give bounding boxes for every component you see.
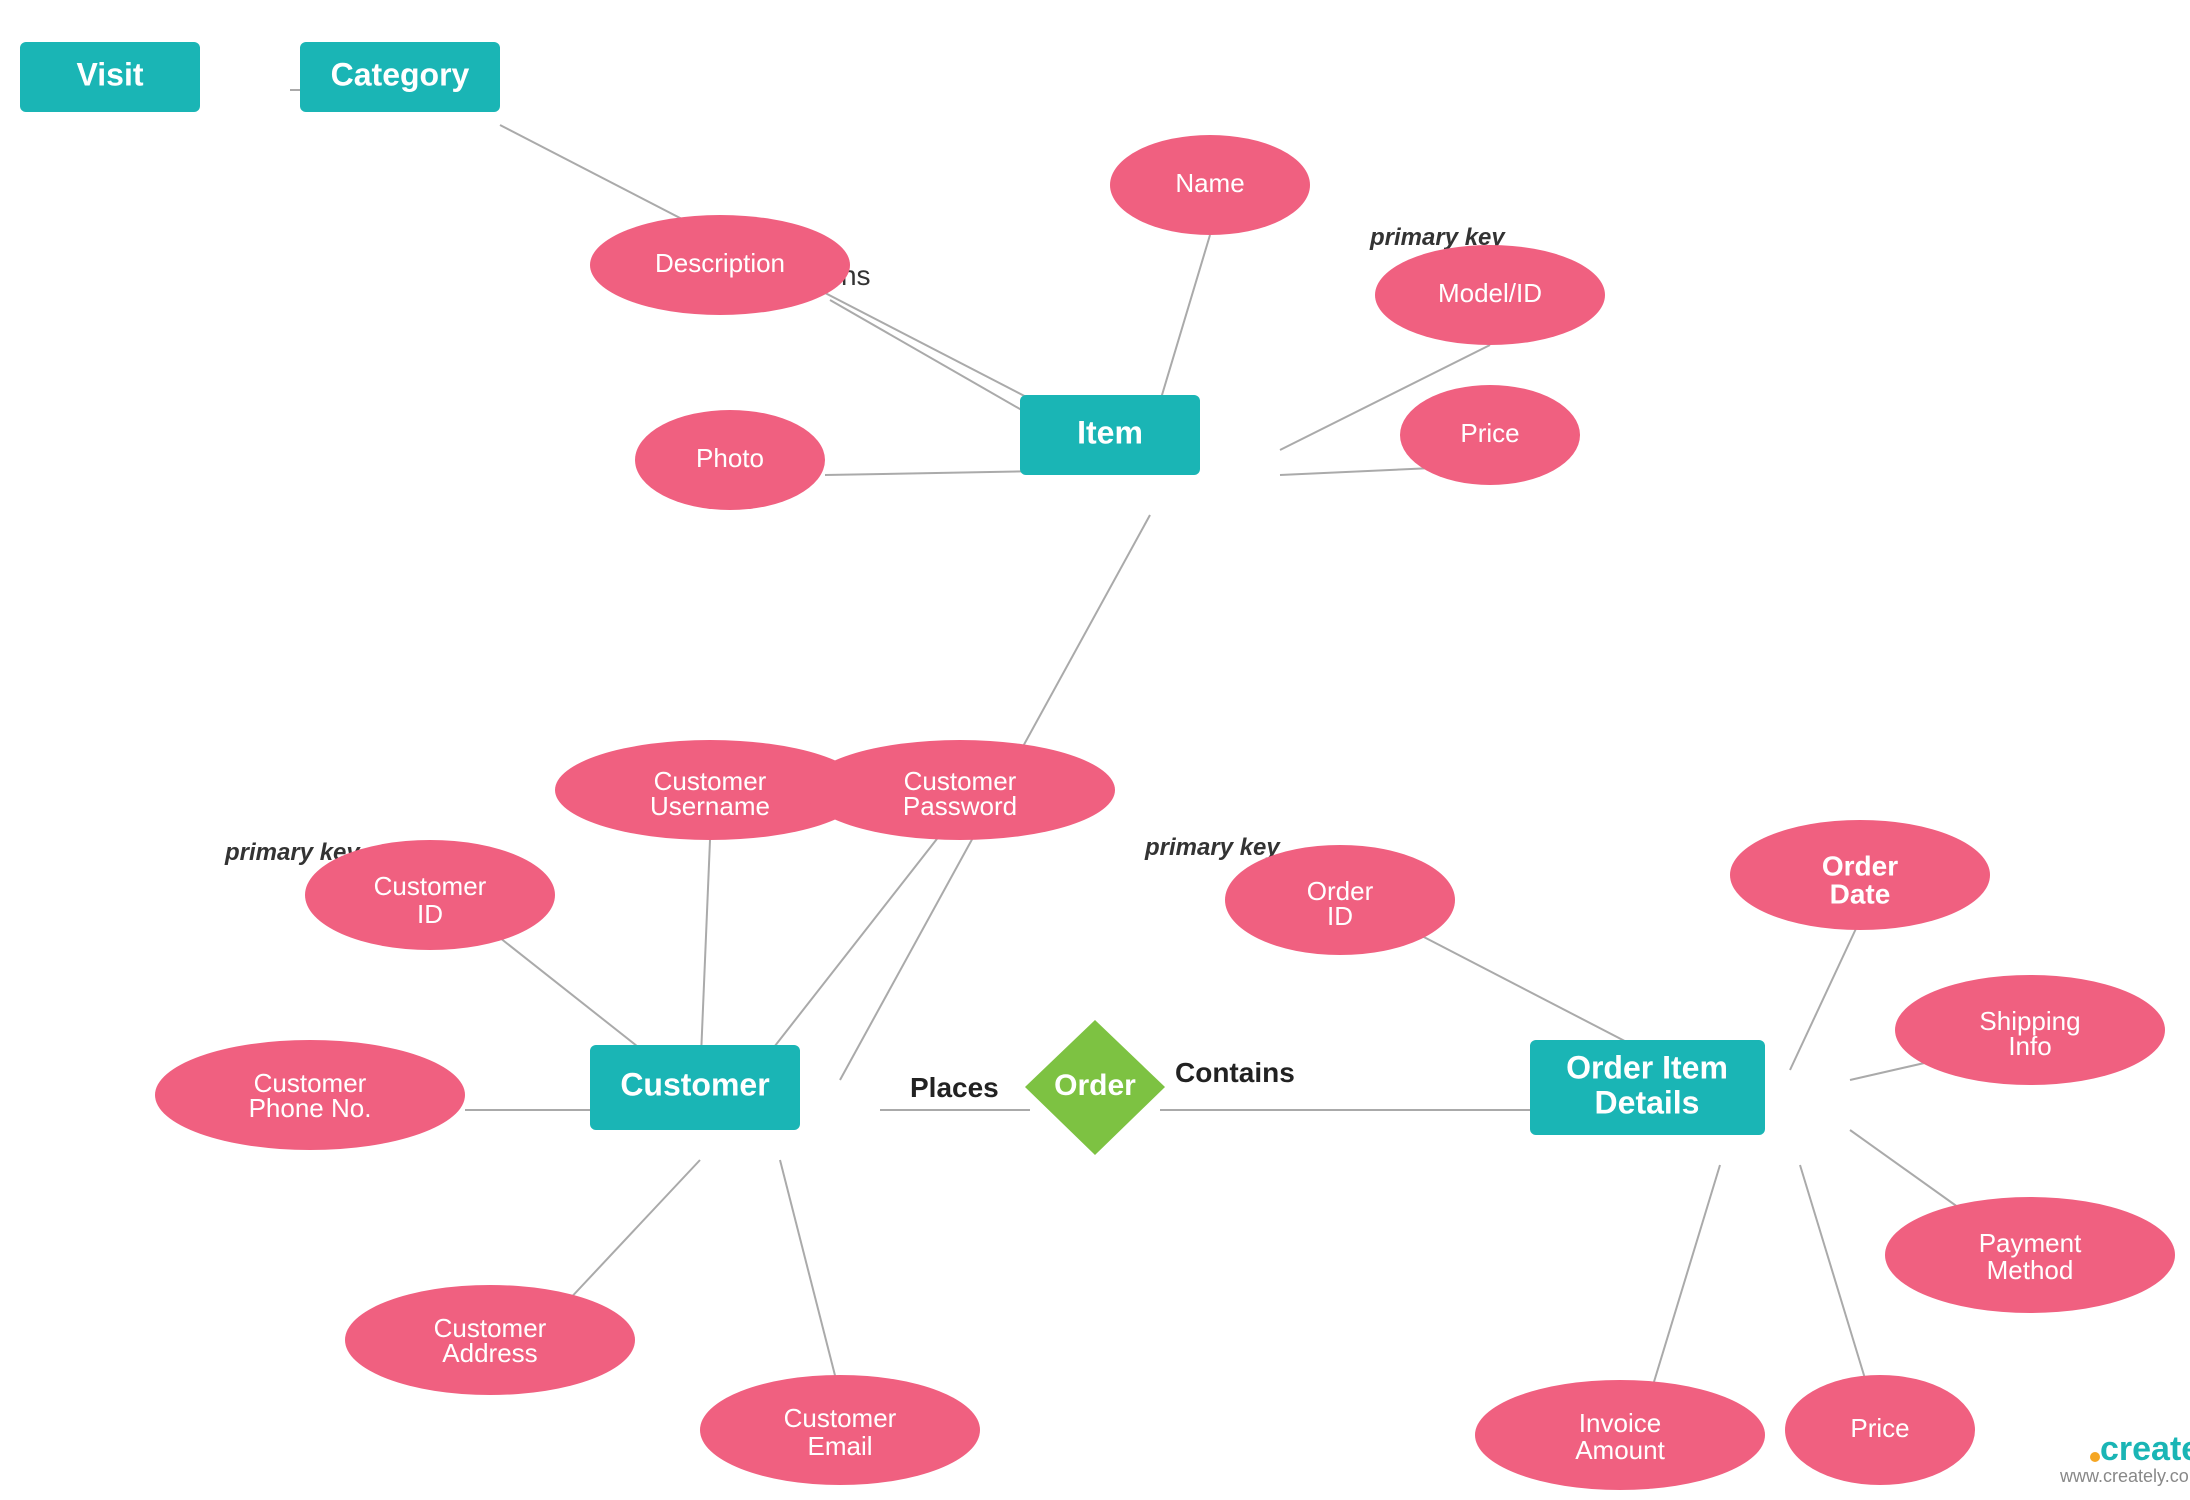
edge-orderdetails-price — [1800, 1165, 1870, 1395]
customerpassword-attr-label2: Password — [903, 791, 1017, 821]
brand-dot — [2090, 1452, 2100, 1462]
edge-customer-email — [780, 1160, 840, 1395]
orderitemdetails-label: Order Item — [1566, 1049, 1728, 1085]
photo-attr-label: Photo — [696, 443, 764, 473]
brand-url: www.creately.com • Online Diagramming — [2059, 1466, 2190, 1486]
customerid-attr-label2: ID — [417, 899, 443, 929]
orderid-attr-label2: ID — [1327, 901, 1353, 931]
edge-orderdetails-invoice — [1650, 1165, 1720, 1395]
edge-customer-password — [760, 835, 940, 1065]
price-order-attr-label: Price — [1850, 1413, 1909, 1443]
invoiceamount-attr-label: Invoice — [1579, 1408, 1661, 1438]
modelid-attr-label: Model/ID — [1438, 278, 1542, 308]
customeremail-attr-label: Customer — [784, 1403, 897, 1433]
item-label: Item — [1077, 414, 1143, 450]
price-item-attr-label: Price — [1460, 418, 1519, 448]
customerusername-attr-label2: Username — [650, 791, 770, 821]
visit-label: Visit — [77, 56, 144, 92]
paymentmethod-attr-label: Payment — [1979, 1228, 2082, 1258]
orderitemdetails-label2: Details — [1595, 1084, 1700, 1120]
category-label: Category — [331, 56, 470, 92]
paymentmethod-attr-label2: Method — [1987, 1255, 2074, 1285]
orderdate-attr-label2: Date — [1830, 878, 1891, 909]
edge-orderdetails-orderdate — [1790, 920, 1860, 1070]
invoiceamount-attr-label2: Amount — [1575, 1435, 1665, 1465]
customerphone-attr-label2: Phone No. — [249, 1093, 372, 1123]
order-label: Order — [1054, 1069, 1136, 1102]
edge-customer-username — [700, 840, 710, 1080]
contains-order-label: Contains — [1175, 1057, 1295, 1088]
er-diagram: Visit Viewed by Category Contains Item p… — [0, 0, 2190, 1500]
customeraddress-attr-label2: Address — [442, 1338, 537, 1368]
places-label: Places — [910, 1072, 999, 1103]
shippinginfo-attr-label2: Info — [2008, 1031, 2051, 1061]
customer-label: Customer — [620, 1066, 769, 1102]
brand-creately: creately — [2100, 1430, 2190, 1468]
primary-key-order-label: primary key — [1144, 834, 1281, 861]
customeremail-attr-label2: Email — [807, 1431, 872, 1461]
description-attr-label: Description — [655, 248, 785, 278]
orderdate-attr-label: Order — [1822, 850, 1898, 881]
name-attr-label: Name — [1175, 168, 1244, 198]
customerid-attr-label: Customer — [374, 871, 487, 901]
